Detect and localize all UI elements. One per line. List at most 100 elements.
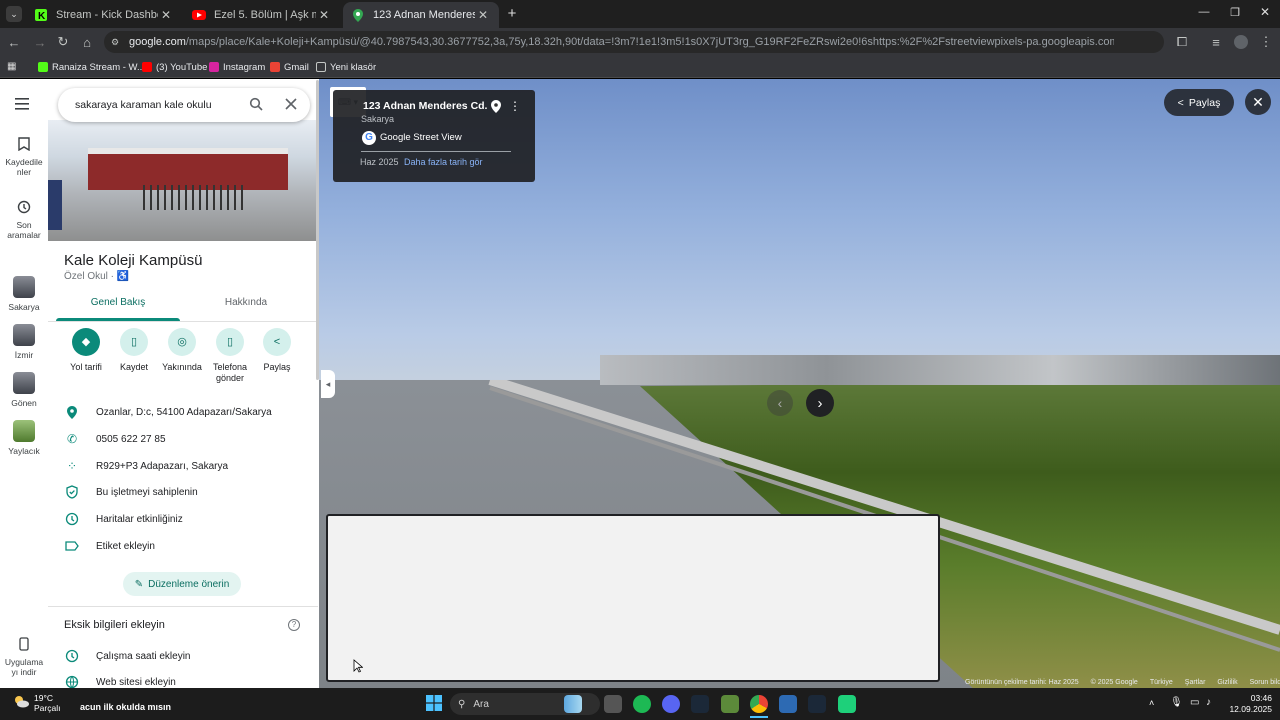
location-pin-icon[interactable] xyxy=(491,100,501,113)
close-street-view-icon[interactable]: ✕ xyxy=(1245,89,1271,115)
network-icon[interactable]: ▭ xyxy=(1190,697,1202,709)
info-phone[interactable]: ✆ 0505 622 27 85 xyxy=(64,431,166,447)
back-icon[interactable]: ← xyxy=(6,34,22,50)
bookmark-item[interactable]: Ranaiza Stream - W... xyxy=(38,60,145,74)
info-activity[interactable]: Haritalar etkinliğiniz xyxy=(64,511,183,527)
more-options-icon[interactable]: ⋮ xyxy=(509,99,521,113)
rail-label: Gönen xyxy=(11,398,37,408)
restore-icon[interactable]: ❐ xyxy=(1228,6,1242,20)
hamburger-menu-icon[interactable] xyxy=(15,96,33,112)
home-icon[interactable]: ⌂ xyxy=(79,34,95,50)
collapse-panel-icon[interactable]: ◂ xyxy=(321,370,335,398)
rail-place-gonen[interactable]: Gönen xyxy=(0,372,48,408)
building-facade xyxy=(88,150,288,190)
street-view-footer: Görüntünün çekilme tarihi: Haz 2025 © 20… xyxy=(965,679,1280,688)
close-window-icon[interactable]: ✕ xyxy=(1258,5,1272,19)
weather-label: Parçalı xyxy=(34,703,61,713)
blank-overlay-panel[interactable] xyxy=(326,514,940,682)
menu-kebab-icon[interactable]: ⋮ xyxy=(1258,34,1274,50)
close-tab-icon[interactable]: ✕ xyxy=(158,7,174,23)
volume-icon[interactable]: ♪ xyxy=(1206,697,1218,709)
tab-kick[interactable]: K Stream - Kick Dashboard ✕ xyxy=(26,2,182,28)
reload-icon[interactable]: ↻ xyxy=(55,34,71,50)
profile-avatar-icon[interactable] xyxy=(1233,34,1249,50)
search-icon[interactable] xyxy=(249,97,263,111)
rail-place-yaylacik[interactable]: Yaylacık xyxy=(0,420,48,456)
footer-link[interactable]: Gizlilik xyxy=(1217,679,1237,688)
news-ticker[interactable]: acun ilk okulda mısın xyxy=(80,702,171,712)
rail-place-izmir[interactable]: İzmir xyxy=(0,324,48,360)
extensions-icon[interactable]: ⧠ xyxy=(1174,34,1190,50)
suggest-edit-button[interactable]: ✎ Düzenleme önerin xyxy=(123,572,241,596)
info-plus-code[interactable]: ⁘ R929+P3 Adapazarı, Sakarya xyxy=(64,458,228,474)
forward-icon[interactable]: → xyxy=(32,34,48,50)
phone-send-icon: ▯ xyxy=(216,328,244,356)
weather-icon[interactable] xyxy=(12,693,30,709)
taskbar-clock[interactable]: 03:46 12.09.2025 xyxy=(1224,693,1272,715)
microphone-icon[interactable]: 🎙 xyxy=(1170,697,1183,709)
tab-about[interactable]: Hakkında xyxy=(184,297,308,308)
apps-grid-icon[interactable]: ▦ xyxy=(7,61,19,73)
task-view-icon[interactable] xyxy=(604,695,622,713)
close-tab-icon[interactable]: ✕ xyxy=(475,7,491,23)
chrome-icon[interactable] xyxy=(750,695,768,713)
footer-link[interactable]: Şartlar xyxy=(1185,679,1206,688)
send-to-phone-button[interactable]: ▯ Telefona gönder xyxy=(204,328,256,384)
info-label[interactable]: Etiket ekleyin xyxy=(64,538,155,554)
save-button[interactable]: ▯ Kaydet xyxy=(109,328,159,373)
tab-maps[interactable]: 123 Adnan Menderes Cd. - Go ✕ xyxy=(343,2,499,28)
rail-saved[interactable]: Kaydedile nler xyxy=(0,134,48,177)
site-info-icon[interactable]: ⚙ xyxy=(111,37,123,47)
close-tab-icon[interactable]: ✕ xyxy=(316,7,332,23)
divider xyxy=(48,606,318,607)
bookmark-item[interactable]: Gmail xyxy=(270,60,309,74)
directions-button[interactable]: ◆ Yol tarifi xyxy=(61,328,111,373)
rail-recent[interactable]: Son aramalar xyxy=(0,197,48,240)
rail-place-sakarya[interactable]: Sakarya xyxy=(0,276,48,312)
nearby-button[interactable]: ◎ Yakınında xyxy=(157,328,207,373)
next-arrow-icon[interactable]: › xyxy=(806,389,834,417)
place-photo[interactable] xyxy=(48,120,318,241)
info-claim[interactable]: Bu işletmeyi sahiplenin xyxy=(64,484,198,500)
youtube-icon xyxy=(142,62,152,72)
street-view-share-button[interactable]: < Paylaş xyxy=(1164,89,1234,116)
url-text[interactable]: google.com/maps/place/Kale+Koleji+Kampüs… xyxy=(129,36,1114,48)
minimize-icon[interactable]: — xyxy=(1197,6,1211,20)
footer-link[interactable]: Türkiye xyxy=(1150,679,1173,688)
previous-arrow-icon[interactable]: ‹ xyxy=(767,390,793,416)
tab-youtube[interactable]: Ezel 5. Bölüm | Aşk mı Kaderi K ✕ xyxy=(184,2,340,28)
search-input[interactable]: sakaraya karaman kale okulu xyxy=(75,99,212,111)
new-tab-icon[interactable]: + xyxy=(504,6,520,22)
steam-icon[interactable] xyxy=(808,695,826,713)
tab-title: Stream - Kick Dashboard xyxy=(56,9,158,21)
google-icon: G xyxy=(362,131,376,145)
clear-search-icon[interactable] xyxy=(284,97,298,111)
windows-start-icon[interactable] xyxy=(426,695,442,711)
history-icon xyxy=(64,511,80,527)
discord-icon[interactable] xyxy=(662,695,680,713)
spotify-icon[interactable] xyxy=(633,695,651,713)
tray-chevron-icon[interactable]: ˄ xyxy=(1149,698,1159,708)
maps-icon xyxy=(351,8,365,22)
active-app-indicator xyxy=(750,716,768,718)
info-address[interactable]: Ozanlar, D:c, 54100 Adapazarı/Sakarya xyxy=(64,404,272,420)
bookmark-item[interactable]: Instagram xyxy=(209,60,265,74)
bookmark-item[interactable]: Yeni klasör xyxy=(316,60,376,74)
info-text: 0505 622 27 85 xyxy=(96,433,166,445)
bookmark-item[interactable]: (3) YouTube xyxy=(142,60,207,74)
footer-link[interactable]: Sorun bildirin xyxy=(1250,679,1280,688)
rail-get-app[interactable]: Uygulama yı indir xyxy=(0,634,48,677)
share-button[interactable]: < Paylaş xyxy=(252,328,302,373)
see-more-dates-link[interactable]: Daha fazla tarih gör xyxy=(404,157,483,167)
app-icon[interactable] xyxy=(779,695,797,713)
tab-search-icon[interactable]: ⌄ xyxy=(6,6,22,22)
help-icon[interactable]: ? xyxy=(288,619,300,631)
tab-overview[interactable]: Genel Bakış xyxy=(56,297,180,308)
app-icon[interactable] xyxy=(838,695,856,713)
minecraft-icon[interactable] xyxy=(721,695,739,713)
suggest-edit-label: Düzenleme önerin xyxy=(148,578,230,590)
action-label: Yol tarifi xyxy=(70,362,102,372)
media-control-icon[interactable]: ≡ xyxy=(1208,34,1224,50)
add-hours[interactable]: Çalışma saati ekleyin xyxy=(64,648,190,664)
steam-icon[interactable] xyxy=(691,695,709,713)
